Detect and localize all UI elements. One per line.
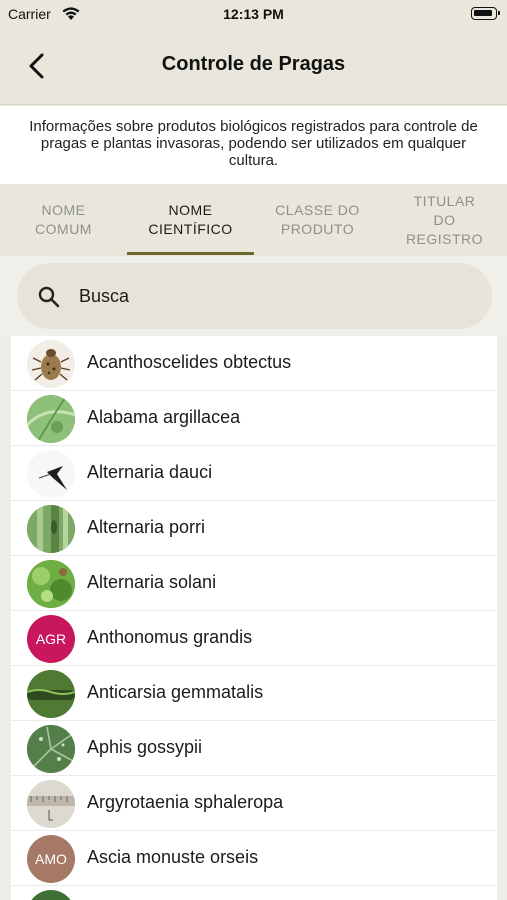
list-item[interactable]: Argyrotaenia sphaleropa bbox=[11, 776, 497, 831]
initials-avatar: AGR bbox=[27, 615, 75, 663]
leaf-photo-icon bbox=[27, 395, 75, 443]
species-list[interactable]: Acanthoscelides obtectus Alabama argilla… bbox=[11, 336, 497, 900]
page-title: Controle de Pragas bbox=[161, 53, 346, 75]
item-label: Argyrotaenia sphaleropa bbox=[87, 792, 284, 812]
item-label: Anthonomus grandis bbox=[87, 627, 253, 647]
tab-label-line: CIENTÍFICO bbox=[148, 221, 233, 237]
list-item[interactable]: AMO Ascia monuste orseis bbox=[11, 831, 497, 886]
item-label: Alternaria porri bbox=[87, 517, 206, 537]
item-label: Aphis gossypii bbox=[87, 737, 203, 757]
item-label: Acanthoscelides obtectus bbox=[87, 352, 292, 372]
item-label: Anticarsia gemmatalis bbox=[87, 682, 264, 702]
list-item[interactable]: Alabama argillacea bbox=[11, 391, 497, 446]
spore-icon bbox=[27, 450, 75, 498]
thumbnail bbox=[27, 450, 75, 498]
stem-photo-icon bbox=[27, 505, 75, 553]
list-item[interactable]: Alternaria dauci bbox=[11, 446, 497, 501]
navigation-bar: Controle de Pragas bbox=[0, 30, 507, 105]
thumbnail bbox=[27, 890, 75, 900]
search-input[interactable] bbox=[79, 283, 459, 309]
tab-nome-cientifico[interactable]: NOME CIENTÍFICO bbox=[127, 184, 254, 256]
item-label: Alternaria solani bbox=[87, 572, 217, 592]
search-bar[interactable] bbox=[17, 263, 492, 329]
item-label: Alabama argillacea bbox=[87, 407, 241, 427]
thumbnail bbox=[27, 670, 75, 718]
list-item[interactable] bbox=[11, 886, 497, 900]
thumbnail bbox=[27, 725, 75, 773]
tab-label-line: COMUM bbox=[35, 221, 92, 237]
caterpillar-icon bbox=[27, 670, 75, 718]
list-item[interactable]: Alternaria porri bbox=[11, 501, 497, 556]
aphid-leaf-icon bbox=[27, 725, 75, 773]
thumbnail bbox=[27, 505, 75, 553]
clock: 12:13 PM bbox=[223, 6, 284, 22]
search-icon bbox=[38, 286, 60, 308]
thumbnail bbox=[27, 560, 75, 608]
tab-titular-do-registro[interactable]: TITULAR DO REGISTRO bbox=[381, 184, 507, 256]
item-label: Alternaria dauci bbox=[87, 462, 213, 482]
tab-classe-do-produto[interactable]: CLASSE DO PRODUTO bbox=[254, 184, 381, 256]
list-item[interactable]: AGR Anthonomus grandis bbox=[11, 611, 497, 666]
thumbnail bbox=[27, 395, 75, 443]
item-label: Ascia monuste orseis bbox=[87, 847, 259, 867]
ruler-photo-icon bbox=[27, 780, 75, 828]
thumbnail bbox=[27, 340, 75, 388]
tab-bar: NOME COMUM NOME CIENTÍFICO CLASSE DO PRO… bbox=[0, 184, 507, 256]
tab-nome-comum[interactable]: NOME COMUM bbox=[0, 184, 127, 256]
tab-label-line: PRODUTO bbox=[280, 221, 355, 237]
plant-photo-icon bbox=[27, 560, 75, 608]
tab-label-line: TITULAR bbox=[413, 192, 476, 209]
battery-icon bbox=[471, 7, 500, 20]
description-text: Informações sobre produtos biológicos re… bbox=[0, 106, 507, 184]
search-area bbox=[0, 256, 507, 336]
tab-label-line: CLASSE DO bbox=[275, 202, 360, 218]
thumbnail bbox=[27, 780, 75, 828]
tab-label-line: DO bbox=[433, 211, 456, 228]
list-item[interactable]: Acanthoscelides obtectus bbox=[11, 336, 497, 391]
tab-label-line: NOME bbox=[168, 202, 213, 218]
initials-avatar: AMO bbox=[27, 835, 75, 883]
tab-label-line: NOME bbox=[41, 202, 86, 218]
tab-label-line: REGISTRO bbox=[405, 230, 484, 247]
status-bar: Carrier 12:13 PM bbox=[0, 0, 507, 30]
active-tab-indicator bbox=[127, 252, 254, 255]
list-item[interactable]: Anticarsia gemmatalis bbox=[11, 666, 497, 721]
list-item[interactable]: Alternaria solani bbox=[11, 556, 497, 611]
beetle-icon bbox=[31, 349, 71, 381]
list-item[interactable]: Aphis gossypii bbox=[11, 721, 497, 776]
